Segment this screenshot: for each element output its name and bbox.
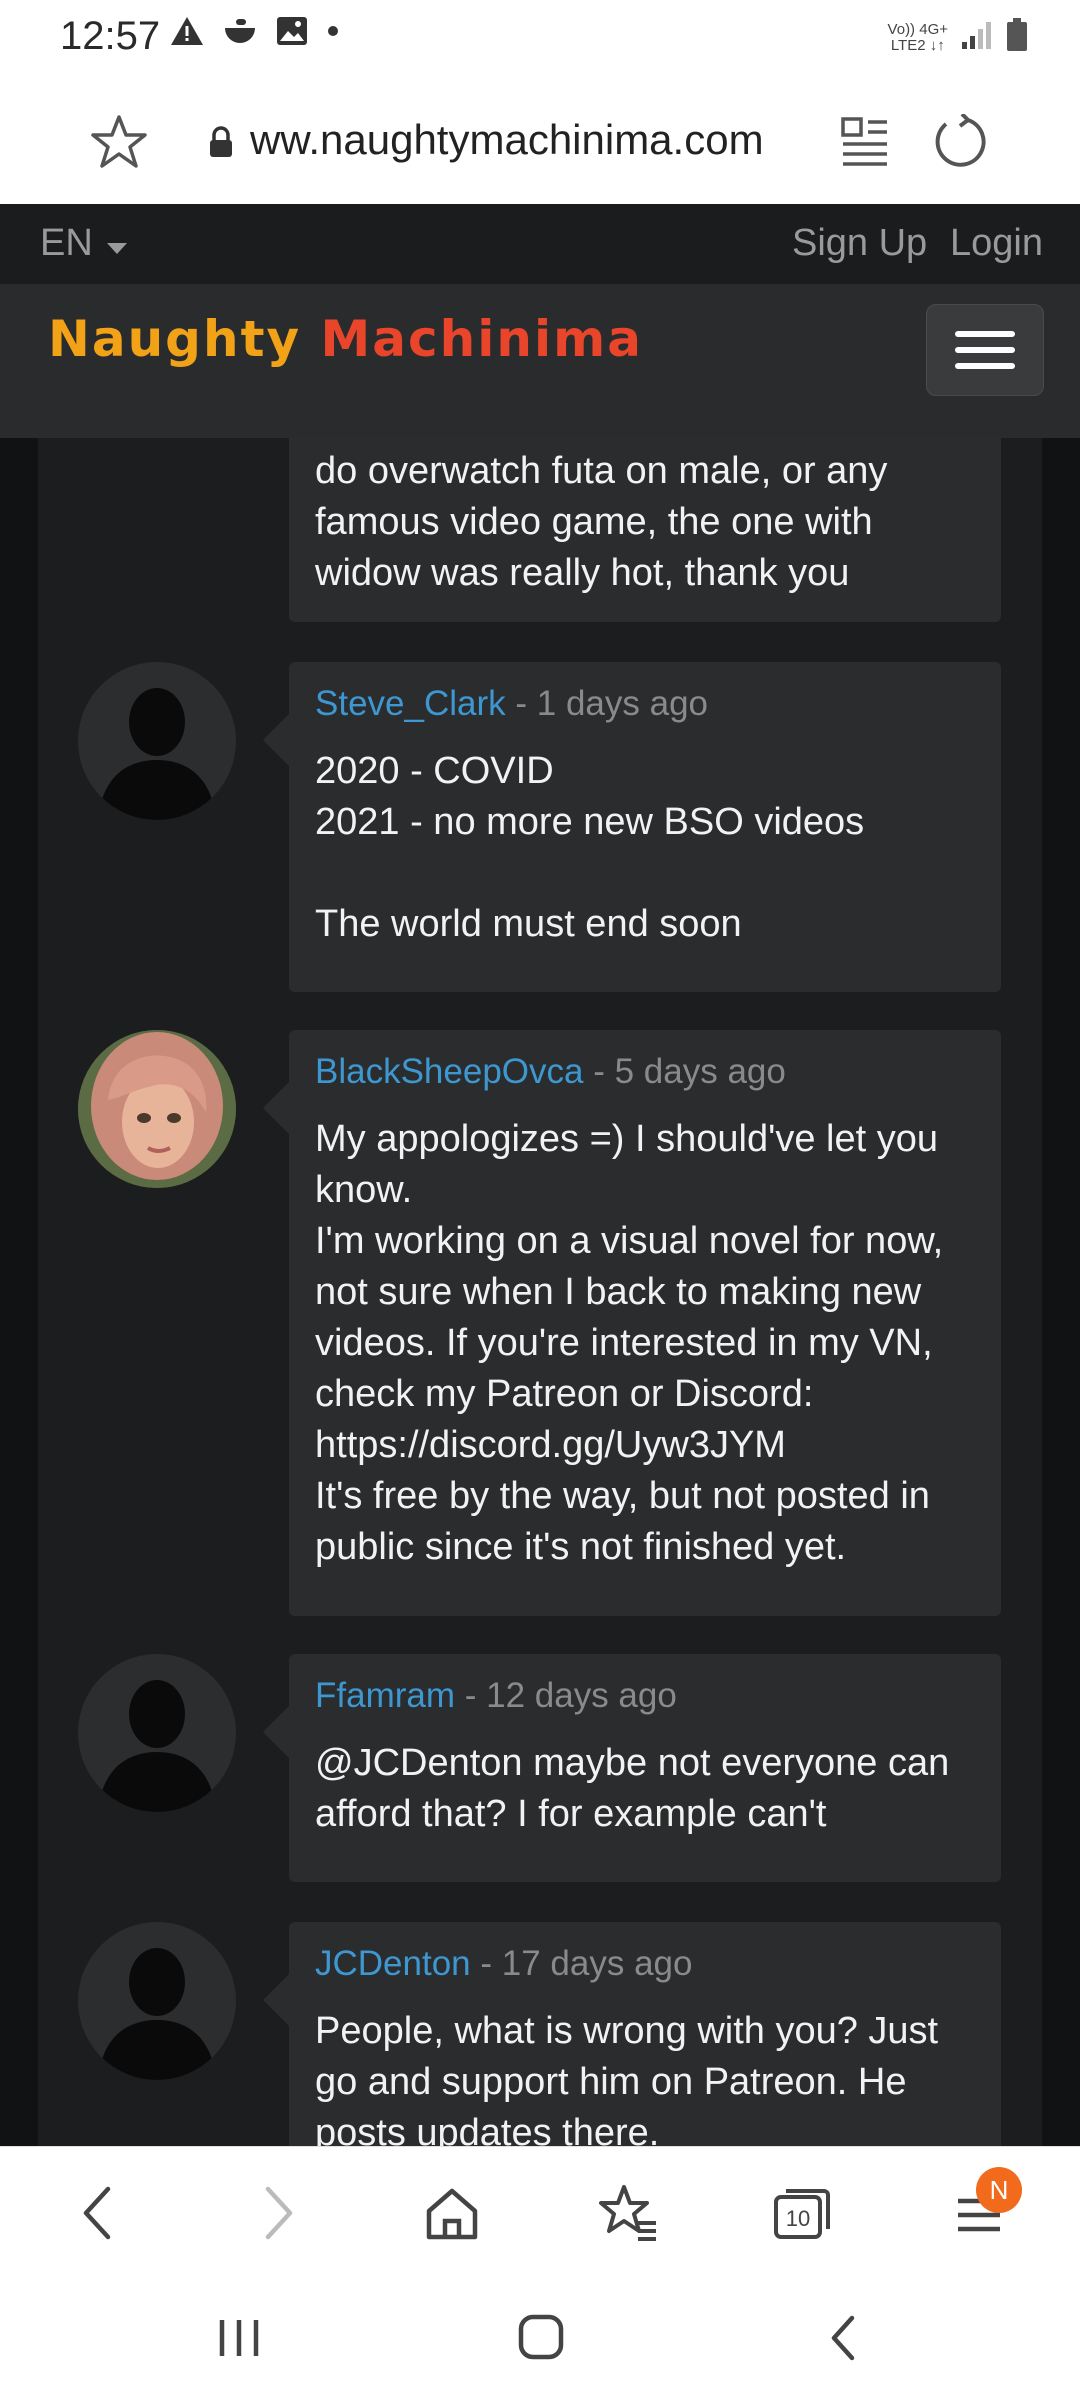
comments-list: do overwatch futa on male, or any famous… [38,438,1042,2146]
user-portrait-avatar [78,1030,236,1188]
back-arrow-icon[interactable] [78,2183,118,2248]
hamburger-menu-button[interactable] [926,304,1044,396]
caret-down-icon [106,222,127,265]
signup-link[interactable]: Sign Up [792,222,927,265]
comment-bubble: Ffamram - 12 days ago @JCDenton maybe no… [263,1654,1001,1882]
user-avatar[interactable] [78,1922,236,2080]
comment-bubble: do overwatch futa on male, or any famous… [289,438,1001,622]
clock: 12:57 [60,14,161,58]
battery-icon [1006,18,1028,57]
home-button-icon[interactable] [518,2314,564,2365]
notification-icons [170,16,340,51]
user-avatar[interactable] [78,1030,236,1188]
recent-apps-icon[interactable] [218,2316,260,2365]
tabs-count: 10 [786,2206,810,2231]
menu-bar [955,347,1015,353]
comment-time: - 1 days ago [515,684,708,723]
image-icon [276,16,308,51]
system-nav-bar [0,2276,1080,2400]
forward-arrow-icon[interactable] [258,2183,298,2248]
bookmarks-icon[interactable] [598,2183,658,2248]
logo-word-1: Naughty [48,310,302,368]
language-selector[interactable]: EN [40,222,127,265]
comment-meta: Ffamram - 12 days ago [315,1676,975,1716]
language-label: EN [40,222,93,264]
comment-username[interactable]: JCDenton [315,1944,471,1983]
comment-meta: Steve_Clark - 1 days ago [315,684,975,724]
browser-url-bar: ww.naughtymachinima.com [0,80,1080,205]
site-header: Naughty Machinima [0,284,1080,438]
tabs-icon[interactable]: 10 [772,2183,832,2248]
dot-icon [326,24,340,43]
signal-icon [960,20,994,55]
comment-bubble: BlackSheepOvca - 5 days ago My appologiz… [263,1030,1001,1616]
comment-time: - 5 days ago [593,1052,786,1091]
menu-bar [955,363,1015,369]
comment-text: 2020 - COVID 2021 - no more new BSO vide… [315,750,865,945]
home-icon[interactable] [424,2183,480,2248]
default-avatar-icon [98,1948,216,2080]
cooking-pot-icon [222,16,258,51]
bookmark-star-icon[interactable] [90,114,148,175]
site-logo[interactable]: Naughty Machinima [48,310,643,368]
reload-icon[interactable] [932,112,988,175]
browser-bottom-nav: 10 N [0,2146,1080,2277]
status-bar: 12:57 Vo)) 4G+ LTE2 ↓↑ [0,0,1080,80]
system-back-icon[interactable] [826,2314,860,2367]
logo-word-2: Machinima [320,310,643,368]
comment-meta: JCDenton - 17 days ago [315,1944,975,1984]
menu-bar [955,331,1015,337]
status-right: Vo)) 4G+ LTE2 ↓↑ [888,18,1028,57]
comment-text: @JCDenton maybe not everyone can afford … [315,1742,950,1835]
comment-bubble: JCDenton - 17 days ago People, what is w… [263,1922,1001,2146]
reader-mode-icon[interactable] [840,116,890,173]
user-avatar[interactable] [78,1654,236,1812]
comment-text: People, what is wrong with you? Just go … [315,2010,939,2146]
network-indicator: Vo)) 4G+ LTE2 ↓↑ [887,20,948,54]
default-avatar-icon [98,688,216,820]
login-link[interactable]: Login [950,222,1043,265]
url-text[interactable]: ww.naughtymachinima.com [250,116,764,164]
network-label-top: Vo)) 4G+ [887,20,948,38]
comment-text: do overwatch futa on male, or any famous… [315,450,888,594]
comment-text: My appologizes =) I should've let you kn… [315,1118,944,1568]
lock-icon [208,126,234,163]
warning-icon [170,16,204,51]
comment-username[interactable]: BlackSheepOvca [315,1052,583,1091]
user-avatar[interactable] [78,662,236,820]
site-top-bar: EN Sign Up Login [0,204,1080,284]
comment-bubble: Steve_Clark - 1 days ago 2020 - COVID 20… [263,662,1001,992]
comment-time: - 12 days ago [464,1676,677,1715]
comment-username[interactable]: Steve_Clark [315,684,506,723]
default-avatar-icon [98,1680,216,1812]
notification-badge: N [976,2167,1022,2213]
comment-meta: BlackSheepOvca - 5 days ago [315,1052,975,1092]
comment-time: - 17 days ago [480,1944,693,1983]
network-label-bottom: LTE2 ↓↑ [890,36,945,54]
comment-username[interactable]: Ffamram [315,1676,455,1715]
